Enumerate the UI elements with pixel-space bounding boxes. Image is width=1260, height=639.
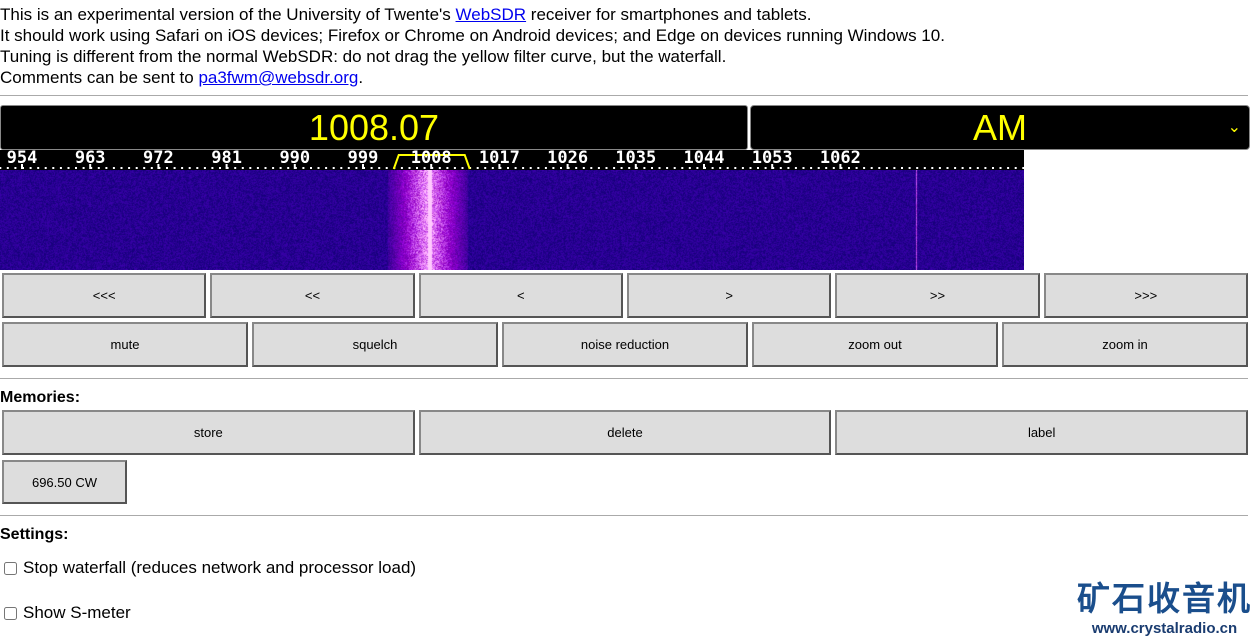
tune-button[interactable]: >>> [1044,273,1248,318]
frequency-scale[interactable]: 954 963 972 981 990 999 1008 1017 1026 1035 1044 10… [0,150,1024,170]
waterfall[interactable] [0,170,1024,270]
divider [0,95,1248,96]
option-label: Show S-meter [23,603,131,623]
intro-line: Comments can be sent to [0,68,198,87]
intro-line: This is an experimental version of the U… [0,5,456,24]
show-smeter-checkbox[interactable] [4,607,17,620]
frequency-input[interactable]: 1008.07 [0,105,748,150]
scale-tick-label: 1008 [411,148,452,168]
show-smeter-option[interactable]: Show S-meter [4,603,131,623]
stop-waterfall-option[interactable]: Stop waterfall (reduces network and proc… [4,558,416,578]
tune-button[interactable]: << [210,273,414,318]
settings-heading: Settings: [0,526,68,544]
control-button[interactable]: noise reduction [502,322,748,367]
intro-line: receiver for smartphones and tablets. [526,5,811,24]
watermark-chinese: 矿石收音机 [1077,572,1252,620]
scale-tick-label: 1026 [547,148,588,168]
option-label: Stop waterfall (reduces network and proc… [23,558,416,578]
scale-tick-label: 963 [75,148,106,168]
watermark-logo: 矿石收音机 www.crystalradio.cn [1077,572,1252,637]
memory-action-button[interactable]: label [835,410,1248,455]
memory-entry[interactable]: 696.50 CW [2,460,127,504]
scale-tick-label: 972 [143,148,174,168]
divider [0,378,1248,379]
scale-tick-label: 1044 [684,148,725,168]
scale-tick-label: 1017 [479,148,520,168]
control-button[interactable]: zoom out [752,322,998,367]
chevron-down-icon: ⌄ [1228,106,1241,149]
scale-tick-label: 990 [279,148,310,168]
tune-button[interactable]: < [419,273,623,318]
websdr-link[interactable]: WebSDR [456,5,527,24]
divider [0,515,1248,516]
intro-line: Tuning is different from the normal WebS… [0,46,1260,67]
stop-waterfall-checkbox[interactable] [4,562,17,575]
control-button[interactable]: squelch [252,322,498,367]
scale-tick-label: 981 [211,148,242,168]
control-button[interactable]: zoom in [1002,322,1248,367]
watermark-url: www.crystalradio.cn [1077,620,1252,637]
scale-tick-label: 1053 [752,148,793,168]
tune-button[interactable]: >> [835,273,1039,318]
mode-select[interactable]: AM ⌄ [750,105,1250,150]
memory-action-button[interactable]: delete [419,410,832,455]
intro-line: It should work using Safari on iOS devic… [0,25,1260,46]
tune-button[interactable]: <<< [2,273,206,318]
scale-tick-label: 954 [7,148,38,168]
memories-heading: Memories: [0,389,80,407]
email-link[interactable]: pa3fwm@websdr.org [198,68,358,87]
scale-tick-label: 1035 [615,148,656,168]
intro-line: . [358,68,363,87]
scale-tick-label: 999 [348,148,379,168]
tune-button[interactable]: > [627,273,831,318]
intro-text: This is an experimental version of the U… [0,0,1260,88]
control-button[interactable]: mute [2,322,248,367]
mode-value: AM [973,107,1027,148]
scale-tick-label: 1062 [820,148,861,168]
memory-action-button[interactable]: store [2,410,415,455]
